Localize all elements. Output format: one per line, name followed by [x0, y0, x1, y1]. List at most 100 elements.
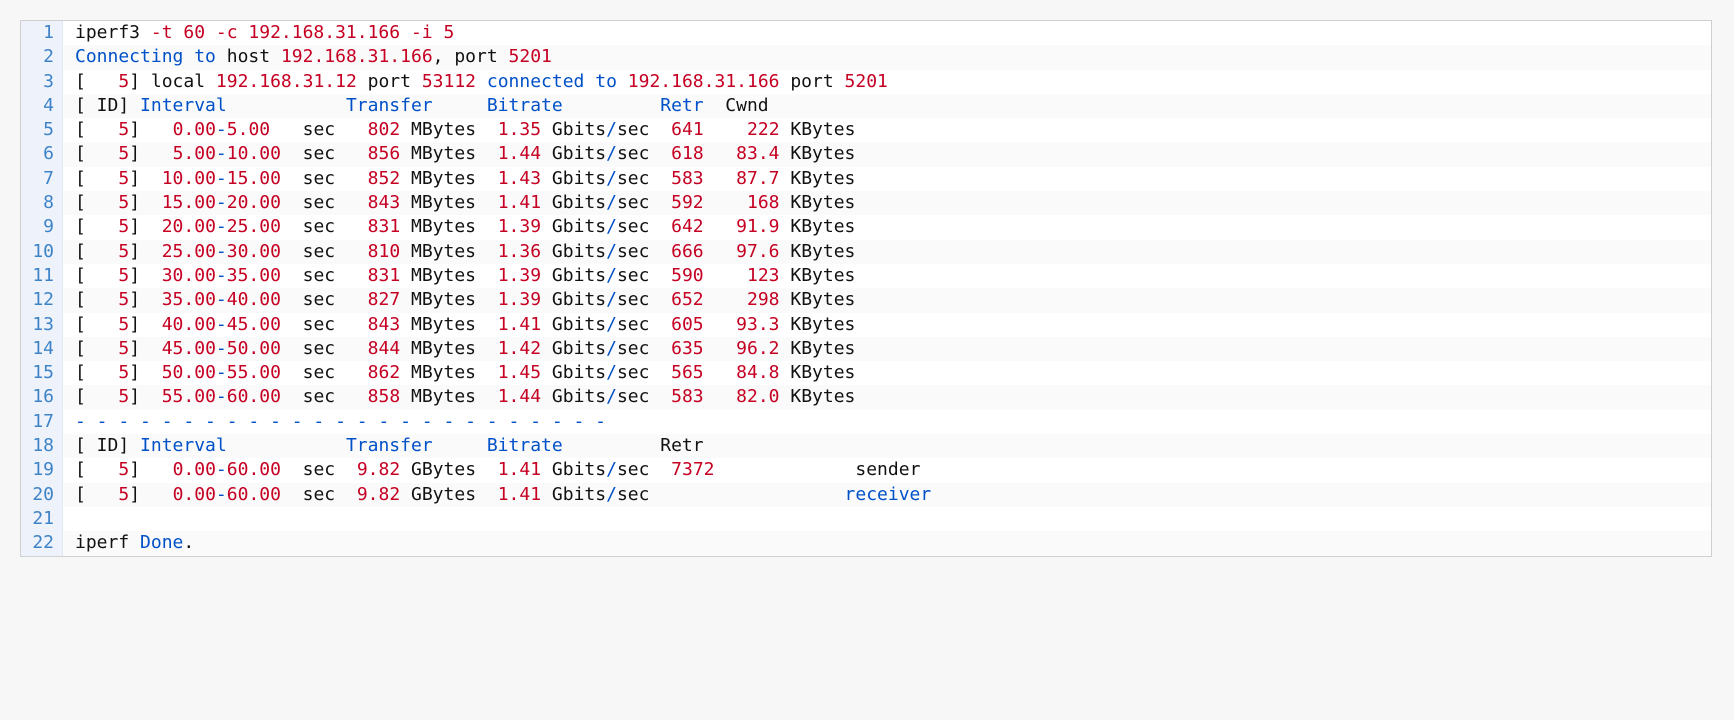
code-content: [ 5] 5.00-10.00 sec 856 MBytes 1.44 Gbit… — [63, 142, 1711, 166]
token: KBytes — [780, 386, 856, 407]
token: connected — [487, 71, 585, 92]
token: 123 — [747, 265, 780, 286]
token: 1.35 — [498, 119, 541, 140]
token: 45.00 — [162, 338, 216, 359]
token: [ ID] — [75, 435, 140, 456]
token: [ — [75, 314, 118, 335]
token: 10.00 — [227, 143, 281, 164]
token — [433, 95, 487, 116]
token: / — [606, 241, 617, 262]
token: KBytes — [780, 143, 856, 164]
token: 1.39 — [498, 265, 541, 286]
token: / — [606, 289, 617, 310]
code-content: [ 5] local 192.168.31.12 port 53112 conn… — [63, 70, 1711, 94]
token: 168 — [747, 192, 780, 213]
token — [704, 386, 737, 407]
token: 5.00 — [227, 119, 270, 140]
token: 1.44 — [498, 143, 541, 164]
token: / — [606, 362, 617, 383]
token: 60.00 — [227, 386, 281, 407]
code-line: 17- - - - - - - - - - - - - - - - - - - … — [21, 410, 1711, 434]
token — [704, 265, 747, 286]
token: sec — [281, 362, 368, 383]
token: sec — [281, 338, 368, 359]
code-line: 19[ 5] 0.00-60.00 sec 9.82 GBytes 1.41 G… — [21, 458, 1711, 482]
token: / — [606, 314, 617, 335]
token — [227, 435, 346, 456]
token: Gbits — [541, 143, 606, 164]
token: 87.7 — [736, 168, 779, 189]
token: sec — [281, 484, 357, 505]
code-line: 22iperf Done. — [21, 531, 1711, 555]
token: 1.41 — [498, 459, 541, 480]
token: 5 — [118, 289, 129, 310]
line-number: 8 — [21, 191, 63, 215]
line-number: 16 — [21, 385, 63, 409]
line-number: 17 — [21, 410, 63, 434]
code-line: 16[ 5] 55.00-60.00 sec 858 MBytes 1.44 G… — [21, 385, 1711, 409]
token: [ — [75, 119, 118, 140]
token: 93.3 — [736, 314, 779, 335]
token: host — [216, 46, 281, 67]
code-content: Connecting to host 192.168.31.166, port … — [63, 45, 1711, 69]
token — [584, 71, 595, 92]
token: Bitrate — [487, 435, 563, 456]
code-line: 14[ 5] 45.00-50.00 sec 844 MBytes 1.42 G… — [21, 337, 1711, 361]
token: 60.00 — [227, 459, 281, 480]
code-line: 1iperf3 -t 60 -c 192.168.31.166 -i 5 — [21, 21, 1711, 45]
code-line: 10[ 5] 25.00-30.00 sec 810 MBytes 1.36 G… — [21, 240, 1711, 264]
token: [ — [75, 386, 118, 407]
token: 40.00 — [227, 289, 281, 310]
code-line: 21 — [21, 507, 1711, 531]
token: 666 — [671, 241, 704, 262]
token — [563, 95, 661, 116]
token: 1.43 — [498, 168, 541, 189]
token: 5 — [118, 168, 129, 189]
token: MBytes — [400, 216, 498, 237]
token: 831 — [368, 216, 401, 237]
token: 0.00 — [173, 484, 216, 505]
token: 5 — [118, 338, 129, 359]
token: 20.00 — [227, 192, 281, 213]
token — [617, 71, 628, 92]
token: sec — [617, 459, 671, 480]
token: . — [183, 532, 194, 553]
code-content — [63, 507, 1711, 531]
line-number: 22 — [21, 531, 63, 555]
token: [ — [75, 71, 118, 92]
token: to — [194, 46, 216, 67]
token: - — [216, 143, 227, 164]
token: KBytes — [780, 192, 856, 213]
token: - — [216, 192, 227, 213]
code-line: 9[ 5] 20.00-25.00 sec 831 MBytes 1.39 Gb… — [21, 215, 1711, 239]
token: MBytes — [400, 386, 498, 407]
token: ] — [129, 143, 172, 164]
token: 5 — [118, 265, 129, 286]
token: [ — [75, 241, 118, 262]
token — [704, 338, 737, 359]
token: 565 — [671, 362, 704, 383]
token: ] — [129, 484, 172, 505]
token: - — [216, 386, 227, 407]
token: 583 — [671, 168, 704, 189]
code-content: [ 5] 0.00-5.00 sec 802 MBytes 1.35 Gbits… — [63, 118, 1711, 142]
token: Interval — [140, 95, 227, 116]
line-number: 21 — [21, 507, 63, 531]
token: , port — [433, 46, 509, 67]
token: 1.41 — [498, 484, 541, 505]
token: MBytes — [400, 119, 498, 140]
token: KBytes — [780, 338, 856, 359]
code-line: 3[ 5] local 192.168.31.12 port 53112 con… — [21, 70, 1711, 94]
token: 5201 — [845, 71, 888, 92]
token: 5 — [118, 362, 129, 383]
token: [ — [75, 362, 118, 383]
token: 1.39 — [498, 216, 541, 237]
code-line: 18[ ID] Interval Transfer Bitrate Retr — [21, 434, 1711, 458]
token: [ — [75, 265, 118, 286]
token: 5 — [118, 241, 129, 262]
token: port — [780, 71, 845, 92]
line-number: 10 — [21, 240, 63, 264]
token: 25.00 — [227, 216, 281, 237]
token: iperf — [75, 532, 140, 553]
token: MBytes — [400, 241, 498, 262]
